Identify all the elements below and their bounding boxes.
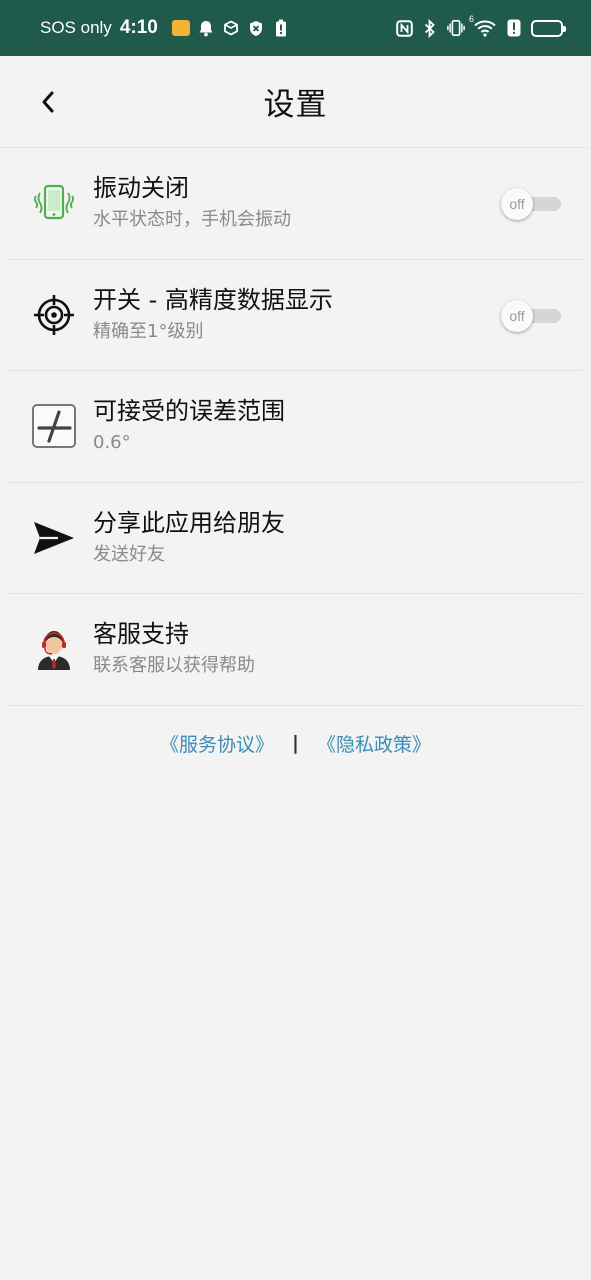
setting-customer-service[interactable]: 客服支持 联系客服以获得帮助 xyxy=(8,594,583,706)
cube-icon xyxy=(222,19,240,37)
crosshair-icon xyxy=(30,291,78,339)
vibration-toggle[interactable]: off xyxy=(501,188,563,220)
setting-subtitle: 水平状态时，手机会振动 xyxy=(93,209,291,230)
phone-vibrate-icon xyxy=(30,179,78,227)
app-header: 设置 xyxy=(0,56,591,148)
alert-icon xyxy=(505,19,523,37)
setting-share[interactable]: 分享此应用给朋友 发送好友 xyxy=(8,483,583,594)
shield-icon xyxy=(247,19,265,37)
battery-icon xyxy=(531,19,566,37)
chevron-left-icon xyxy=(42,91,54,113)
setting-title: 客服支持 xyxy=(93,620,189,648)
send-icon xyxy=(30,514,78,562)
setting-title: 可接受的误差范围 xyxy=(93,397,285,425)
legal-links: 《服务协议》 | 《隐私政策》 xyxy=(0,726,591,760)
toggle-knob: off xyxy=(501,299,533,332)
clock: 4:10 xyxy=(119,17,158,38)
setting-title: 开关 - 高精度数据显示 xyxy=(93,285,333,314)
setting-title: 振动关闭 xyxy=(93,174,189,202)
wifi-badge: 6 xyxy=(469,14,475,24)
privacy-policy-link[interactable]: 《隐私政策》 xyxy=(317,730,431,757)
page-title: 设置 xyxy=(263,87,328,123)
customer-service-icon xyxy=(30,625,78,673)
setting-subtitle: 联系客服以获得帮助 xyxy=(93,655,255,676)
high-precision-toggle[interactable]: off xyxy=(501,299,563,332)
notification-app-icon xyxy=(171,19,190,37)
setting-high-precision[interactable]: 开关 - 高精度数据显示 精确至1°级别 off xyxy=(8,260,583,371)
setting-subtitle: 0.6° xyxy=(93,432,131,453)
wifi-icon: 6 xyxy=(469,14,497,37)
nfc-icon xyxy=(395,19,413,37)
setting-tolerance[interactable]: 可接受的误差范围 0.6° xyxy=(8,371,583,483)
bluetooth-icon xyxy=(421,18,439,38)
status-bar: SOS only 4:10 6 xyxy=(0,0,591,56)
settings-list: 振动关闭 水平状态时，手机会振动 off 开关 - 高精度数据显示 精确至1°级… xyxy=(8,148,583,706)
carrier-text: SOS only xyxy=(40,18,112,37)
battery-alert-icon xyxy=(272,19,290,37)
setting-subtitle: 精确至1°级别 xyxy=(93,320,204,342)
tolerance-icon xyxy=(30,402,78,450)
toggle-knob: off xyxy=(501,188,533,220)
setting-title: 分享此应用给朋友 xyxy=(93,508,285,537)
terms-of-service-link[interactable]: 《服务协议》 xyxy=(160,730,274,757)
vibrate-icon xyxy=(447,19,465,37)
setting-subtitle: 发送好友 xyxy=(93,543,165,565)
bell-icon xyxy=(197,19,215,37)
link-separator: | xyxy=(292,732,299,754)
setting-vibration[interactable]: 振动关闭 水平状态时，手机会振动 off xyxy=(8,148,583,260)
back-button[interactable] xyxy=(32,84,64,120)
